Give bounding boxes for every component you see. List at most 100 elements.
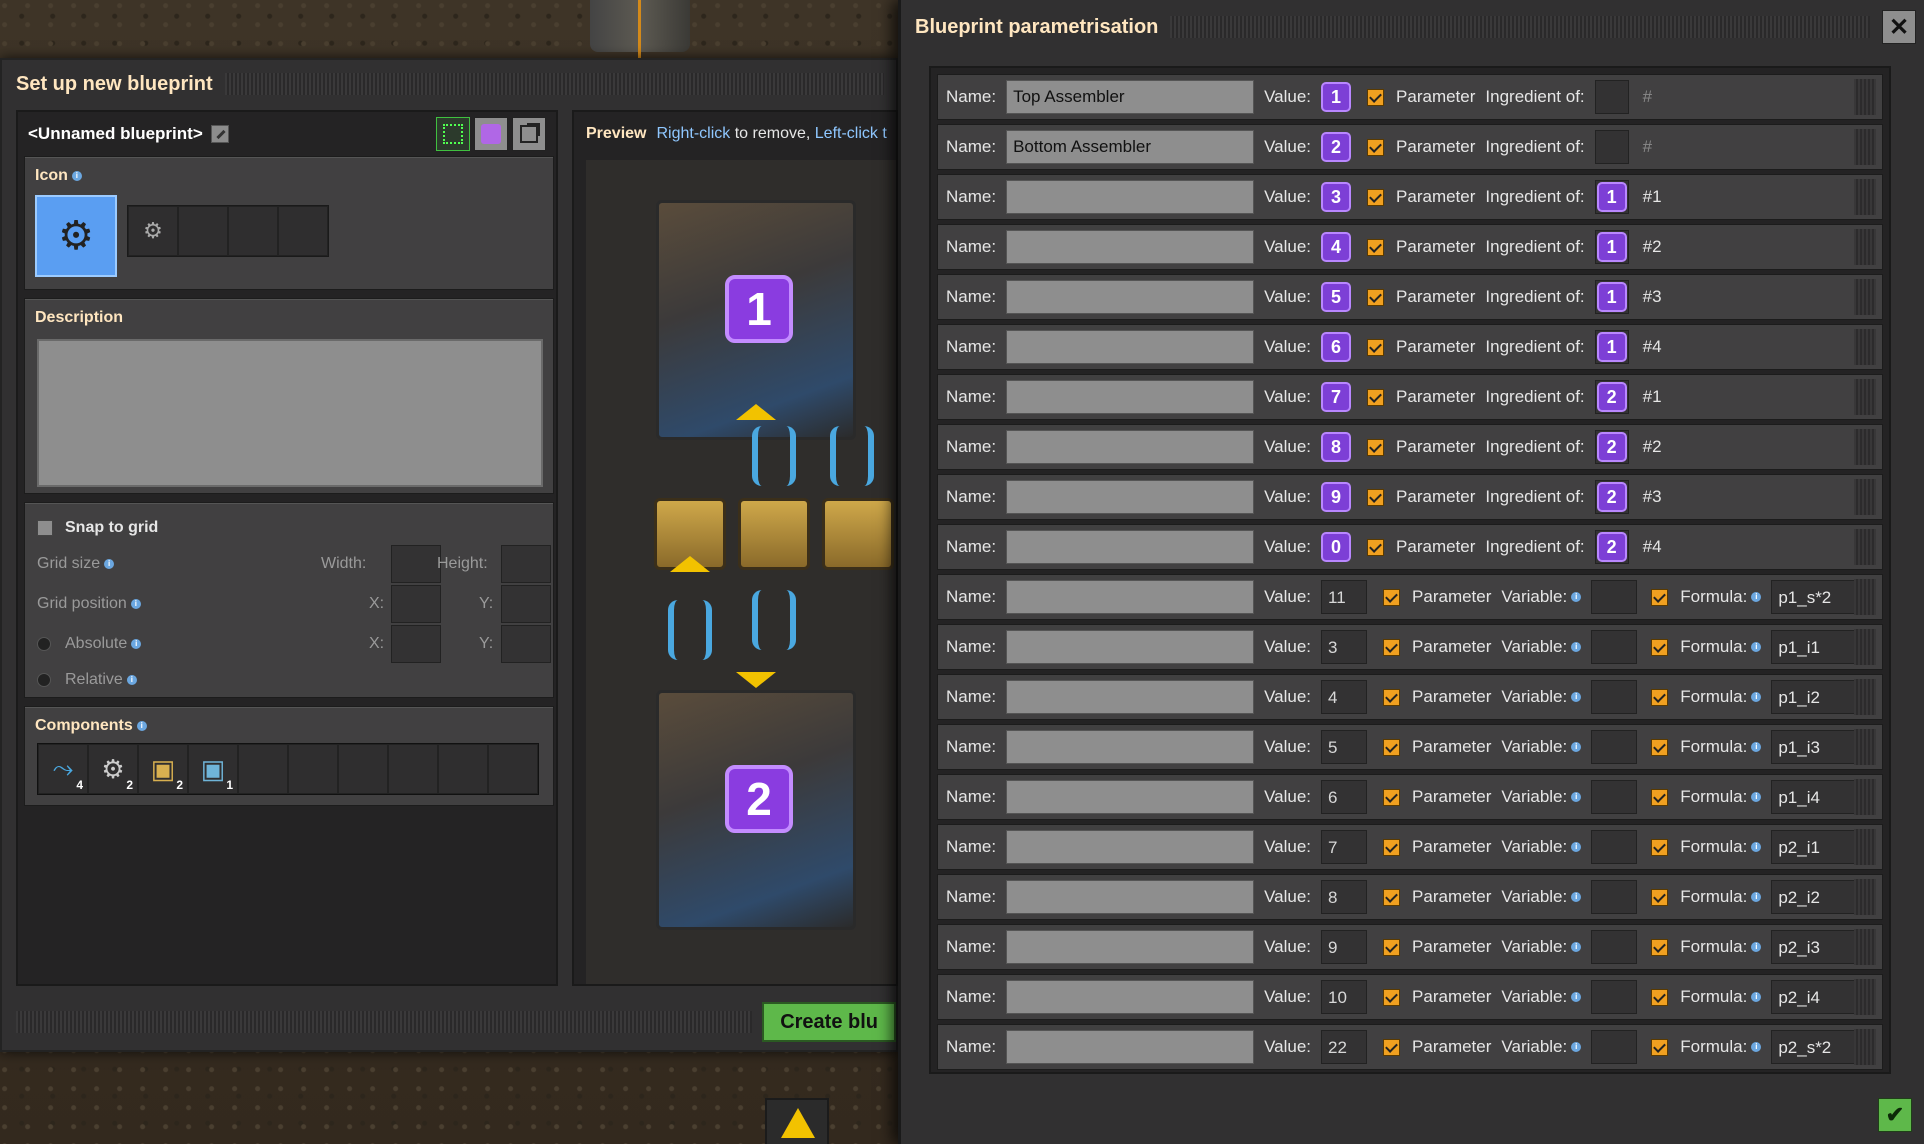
variable-slot[interactable] bbox=[1591, 780, 1638, 814]
component-slot-chest[interactable]: ▣ 2 bbox=[138, 744, 188, 794]
info-icon[interactable]: i bbox=[71, 170, 82, 181]
formula-checkbox[interactable] bbox=[1651, 838, 1669, 856]
bottom-drag-handle[interactable] bbox=[16, 1011, 753, 1033]
parameter-name-input[interactable] bbox=[1006, 930, 1255, 964]
variable-slot[interactable] bbox=[1591, 830, 1638, 864]
height-input[interactable] bbox=[501, 545, 551, 583]
value-number-input[interactable]: 10 bbox=[1321, 980, 1368, 1014]
row-drag-handle[interactable] bbox=[1854, 229, 1876, 265]
inserter-right[interactable] bbox=[830, 426, 874, 486]
variable-slot[interactable] bbox=[1591, 580, 1638, 614]
formula-checkbox[interactable] bbox=[1651, 738, 1669, 756]
row-drag-handle[interactable] bbox=[1854, 79, 1876, 115]
formula-checkbox[interactable] bbox=[1651, 888, 1669, 906]
variable-slot[interactable] bbox=[1591, 680, 1638, 714]
row-drag-handle[interactable] bbox=[1854, 679, 1876, 715]
value-number-input[interactable]: 11 bbox=[1321, 580, 1368, 614]
absolute-x-input[interactable] bbox=[391, 625, 441, 663]
parameter-checkbox[interactable] bbox=[1367, 288, 1385, 306]
formula-checkbox[interactable] bbox=[1651, 588, 1669, 606]
variable-slot[interactable] bbox=[1591, 930, 1638, 964]
value-signal-slot[interactable]: 6 bbox=[1321, 332, 1352, 362]
value-signal-slot[interactable]: 1 bbox=[1321, 82, 1352, 112]
component-slot-empty[interactable] bbox=[338, 744, 388, 794]
create-blueprint-button[interactable]: Create blu bbox=[762, 1002, 896, 1042]
main-icon-slot[interactable]: ⚙ bbox=[35, 195, 117, 277]
info-icon[interactable]: i bbox=[1571, 1042, 1582, 1052]
parameter-checkbox[interactable] bbox=[1367, 488, 1385, 506]
row-drag-handle[interactable] bbox=[1854, 779, 1876, 815]
formula-checkbox[interactable] bbox=[1651, 988, 1669, 1006]
grid-toggle-button[interactable] bbox=[436, 117, 470, 151]
row-drag-handle[interactable] bbox=[1854, 929, 1876, 965]
value-number-input[interactable]: 22 bbox=[1321, 1030, 1368, 1064]
info-icon[interactable]: i bbox=[1751, 892, 1762, 902]
parameter-checkbox[interactable] bbox=[1383, 838, 1401, 856]
title-drag-handle[interactable] bbox=[1170, 16, 1870, 38]
icon-slot-1[interactable]: ⚙ bbox=[128, 206, 178, 256]
relative-radio[interactable] bbox=[37, 672, 51, 687]
value-signal-slot[interactable]: 4 bbox=[1321, 232, 1352, 262]
parameter-name-input[interactable] bbox=[1006, 830, 1255, 864]
inserter-center-lower[interactable] bbox=[752, 590, 796, 650]
info-icon[interactable]: i bbox=[1751, 1042, 1762, 1052]
chest-right[interactable] bbox=[822, 498, 894, 570]
info-icon[interactable]: i bbox=[136, 720, 147, 731]
row-drag-handle[interactable] bbox=[1854, 379, 1876, 415]
info-icon[interactable]: i bbox=[1751, 742, 1762, 752]
value-signal-slot[interactable]: 5 bbox=[1321, 282, 1352, 312]
parameter-checkbox[interactable] bbox=[1367, 538, 1385, 556]
inserter-left[interactable] bbox=[668, 600, 712, 660]
ingredient-slot[interactable]: 2 bbox=[1594, 480, 1629, 514]
row-drag-handle[interactable] bbox=[1854, 729, 1876, 765]
icon-slot-2[interactable] bbox=[178, 206, 228, 256]
formula-checkbox[interactable] bbox=[1651, 638, 1669, 656]
row-drag-handle[interactable] bbox=[1854, 279, 1876, 315]
icon-slot-3[interactable] bbox=[228, 206, 278, 256]
row-drag-handle[interactable] bbox=[1854, 329, 1876, 365]
export-button[interactable] bbox=[512, 117, 546, 151]
position-y-input[interactable] bbox=[501, 585, 551, 623]
component-slot-empty[interactable] bbox=[388, 744, 438, 794]
inserter-center[interactable] bbox=[752, 426, 796, 486]
value-number-input[interactable]: 3 bbox=[1321, 630, 1368, 664]
row-drag-handle[interactable] bbox=[1854, 479, 1876, 515]
ingredient-slot[interactable]: 1 bbox=[1594, 180, 1629, 214]
width-input[interactable] bbox=[391, 545, 441, 583]
value-number-input[interactable]: 6 bbox=[1321, 780, 1368, 814]
info-icon[interactable]: i bbox=[126, 674, 137, 685]
parameter-checkbox[interactable] bbox=[1367, 438, 1385, 456]
parameter-checkbox[interactable] bbox=[1383, 788, 1401, 806]
info-icon[interactable]: i bbox=[1571, 892, 1582, 902]
value-signal-slot[interactable]: 8 bbox=[1321, 432, 1352, 462]
info-icon[interactable]: i bbox=[130, 598, 141, 609]
value-number-input[interactable]: 4 bbox=[1321, 680, 1368, 714]
close-button[interactable]: ✕ bbox=[1882, 10, 1916, 44]
info-icon[interactable]: i bbox=[1571, 692, 1582, 702]
component-slot-blue-chest[interactable]: ▣ 1 bbox=[188, 744, 238, 794]
info-icon[interactable]: i bbox=[1751, 842, 1762, 852]
row-drag-handle[interactable] bbox=[1854, 179, 1876, 215]
confirm-button[interactable]: ✔ bbox=[1878, 1098, 1912, 1132]
row-drag-handle[interactable] bbox=[1854, 529, 1876, 565]
parameter-checkbox[interactable] bbox=[1367, 238, 1385, 256]
formula-checkbox[interactable] bbox=[1651, 788, 1669, 806]
color-button[interactable] bbox=[474, 117, 508, 151]
title-drag-handle[interactable] bbox=[224, 73, 884, 95]
snap-to-grid-checkbox[interactable] bbox=[37, 520, 53, 536]
parameter-name-input[interactable] bbox=[1006, 730, 1255, 764]
ingredient-slot[interactable]: 1 bbox=[1594, 230, 1629, 264]
parameter-checkbox[interactable] bbox=[1383, 588, 1401, 606]
parameter-checkbox[interactable] bbox=[1383, 1038, 1401, 1056]
parameter-name-input[interactable] bbox=[1006, 180, 1255, 214]
parameter-name-input[interactable] bbox=[1006, 330, 1255, 364]
component-slot-inserter[interactable]: ⤳ 4 bbox=[38, 744, 88, 794]
value-signal-slot[interactable]: 0 bbox=[1321, 532, 1352, 562]
value-number-input[interactable]: 7 bbox=[1321, 830, 1368, 864]
info-icon[interactable]: i bbox=[131, 638, 142, 649]
row-drag-handle[interactable] bbox=[1854, 1029, 1876, 1065]
component-slot-assembler[interactable]: ⚙ 2 bbox=[88, 744, 138, 794]
parameter-checkbox[interactable] bbox=[1367, 88, 1385, 106]
parameter-name-input[interactable] bbox=[1006, 80, 1255, 114]
parameter-name-input[interactable] bbox=[1006, 480, 1255, 514]
